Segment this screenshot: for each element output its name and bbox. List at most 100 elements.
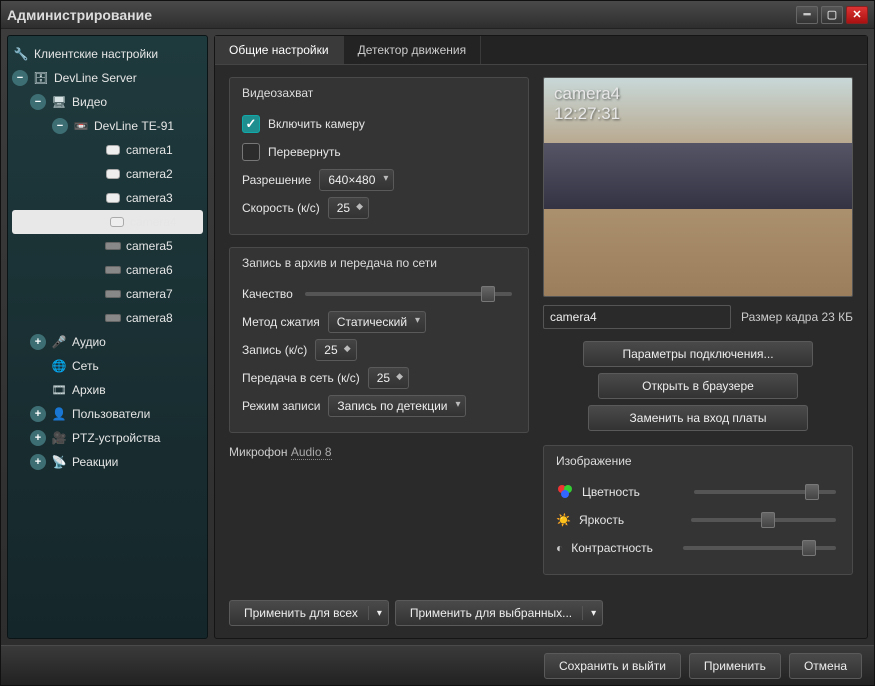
resolution-value: 640×480 — [328, 173, 375, 187]
slider-thumb[interactable] — [481, 286, 495, 302]
apply-selected-button[interactable]: Применить для выбранных... ▾ — [395, 600, 603, 626]
camera-icon — [104, 286, 122, 302]
open-browser-button[interactable]: Открыть в браузере — [598, 373, 798, 399]
record-fps-label: Запись (к/с) — [242, 343, 307, 357]
frame-size-label: Размер кадра 23 КБ — [741, 310, 853, 324]
record-fps-spinner[interactable]: 25 — [315, 339, 356, 361]
compression-value: Статический — [337, 315, 407, 329]
preview-overlay: camera4 12:27:31 — [554, 84, 620, 124]
tree-server[interactable]: 🗄 DevLine Server — [8, 66, 207, 90]
reel-icon: 🎞 — [50, 382, 68, 398]
contrast-icon: ◐ — [556, 541, 563, 555]
tree-reactions[interactable]: 📡 Реакции — [8, 450, 207, 474]
tree-camera[interactable]: camera2 — [8, 162, 207, 186]
microphone-label: Микрофон — [229, 445, 287, 459]
tree-video[interactable]: 🖥 Видео — [8, 90, 207, 114]
tree-camera[interactable]: camera6 — [8, 258, 207, 282]
tree-camera[interactable]: camera3 — [8, 186, 207, 210]
group-record-legend: Запись в архив и передача по сети — [242, 256, 516, 270]
wrench-icon: 🔧 — [12, 46, 30, 62]
apply-all-button[interactable]: Применить для всех ▾ — [229, 600, 389, 626]
nav-tree: 🔧 Клиентские настройки 🗄 DevLine Server … — [7, 35, 208, 639]
microphone-value-link[interactable]: Audio 8 — [291, 445, 332, 460]
expand-icon[interactable] — [30, 454, 46, 470]
spacer-icon — [30, 382, 46, 398]
tree-network[interactable]: 🌐 Сеть — [8, 354, 207, 378]
network-fps-spinner[interactable]: 25 — [368, 367, 409, 389]
tree-root[interactable]: 🔧 Клиентские настройки — [8, 42, 207, 66]
flip-checkbox[interactable] — [242, 143, 260, 161]
expand-icon[interactable] — [30, 430, 46, 446]
sun-icon: ☀️ — [556, 513, 571, 527]
tree-device[interactable]: 📼 DevLine ТЕ-91 — [8, 114, 207, 138]
fps-value: 25 — [337, 201, 350, 215]
tree-archive[interactable]: 🎞 Архив — [8, 378, 207, 402]
tree-users[interactable]: 👤 Пользователи — [8, 402, 207, 426]
apply-all-label: Применить для всех — [244, 606, 369, 620]
tree-audio[interactable]: 🎤 Аудио — [8, 330, 207, 354]
connection-params-button[interactable]: Параметры подключения... — [583, 341, 813, 367]
tree-camera[interactable]: camera1 — [8, 138, 207, 162]
collapse-icon[interactable] — [12, 70, 28, 86]
device-card-icon: 📼 — [72, 118, 90, 134]
close-button[interactable]: ✕ — [846, 6, 868, 24]
apply-bar: Применить для всех ▾ Применить для выбра… — [215, 590, 867, 638]
fps-spinner[interactable]: 25 — [328, 197, 369, 219]
compression-select[interactable]: Статический — [328, 311, 426, 333]
camera-icon — [104, 142, 122, 158]
tab-general[interactable]: Общие настройки — [215, 36, 344, 64]
camera-preview: camera4 12:27:31 — [543, 77, 853, 297]
network-fps-value: 25 — [377, 371, 390, 385]
tree-camera[interactable]: camera5 — [8, 234, 207, 258]
camera-icon — [104, 166, 122, 182]
tree-node-label: Сеть — [72, 359, 99, 373]
apply-button[interactable]: Применить — [689, 653, 781, 679]
tree-camera[interactable]: camera8 — [8, 306, 207, 330]
collapse-icon[interactable] — [30, 94, 46, 110]
expand-icon[interactable] — [30, 334, 46, 350]
microphone-row: Микрофон Audio 8 — [229, 445, 529, 459]
user-icon: 👤 — [50, 406, 68, 422]
replace-input-button[interactable]: Заменить на вход платы — [588, 405, 808, 431]
tree-camera-label: camera5 — [126, 239, 173, 253]
monitor-icon: 🖥 — [50, 94, 68, 110]
save-exit-button[interactable]: Сохранить и выйти — [544, 653, 681, 679]
chevron-down-icon[interactable]: ▾ — [583, 608, 596, 619]
rgb-icon — [556, 482, 574, 503]
record-mode-select[interactable]: Запись по детекции — [328, 395, 466, 417]
chevron-down-icon[interactable]: ▾ — [369, 608, 382, 619]
maximize-button[interactable]: ▢ — [821, 6, 843, 24]
quality-slider[interactable] — [305, 292, 512, 296]
tree-ptz[interactable]: 🎥 PTZ-устройства — [8, 426, 207, 450]
brightness-slider[interactable] — [691, 518, 836, 522]
preview-scene — [544, 143, 852, 208]
slider-thumb[interactable] — [761, 512, 775, 528]
expand-icon[interactable] — [30, 406, 46, 422]
camera-icon — [104, 262, 122, 278]
camera-name-input[interactable] — [543, 305, 731, 329]
record-mode-value: Запись по детекции — [337, 399, 447, 413]
network-fps-label: Передача в сеть (к/с) — [242, 371, 360, 385]
collapse-icon[interactable] — [52, 118, 68, 134]
window-title: Администрирование — [7, 7, 793, 23]
tree-camera-selected[interactable]: camera4 — [12, 210, 203, 234]
enable-camera-checkbox[interactable] — [242, 115, 260, 133]
camera-icon — [104, 310, 122, 326]
tab-bar: Общие настройки Детектор движения — [215, 36, 867, 65]
resolution-select[interactable]: 640×480 — [319, 169, 394, 191]
cancel-button[interactable]: Отмена — [789, 653, 862, 679]
minimize-button[interactable]: ━ — [796, 6, 818, 24]
tree-server-label: DevLine Server — [54, 71, 137, 85]
slider-thumb[interactable] — [802, 540, 816, 556]
preview-camera-name: camera4 — [554, 84, 620, 104]
group-record: Запись в архив и передача по сети Качест… — [229, 247, 529, 433]
tree-camera[interactable]: camera7 — [8, 282, 207, 306]
reaction-icon: 📡 — [50, 454, 68, 470]
compression-label: Метод сжатия — [242, 315, 320, 329]
color-slider[interactable] — [694, 490, 836, 494]
slider-thumb[interactable] — [805, 484, 819, 500]
tab-motion[interactable]: Детектор движения — [344, 36, 481, 64]
spacer-icon — [30, 358, 46, 374]
flip-label: Перевернуть — [268, 145, 341, 159]
contrast-slider[interactable] — [683, 546, 836, 550]
